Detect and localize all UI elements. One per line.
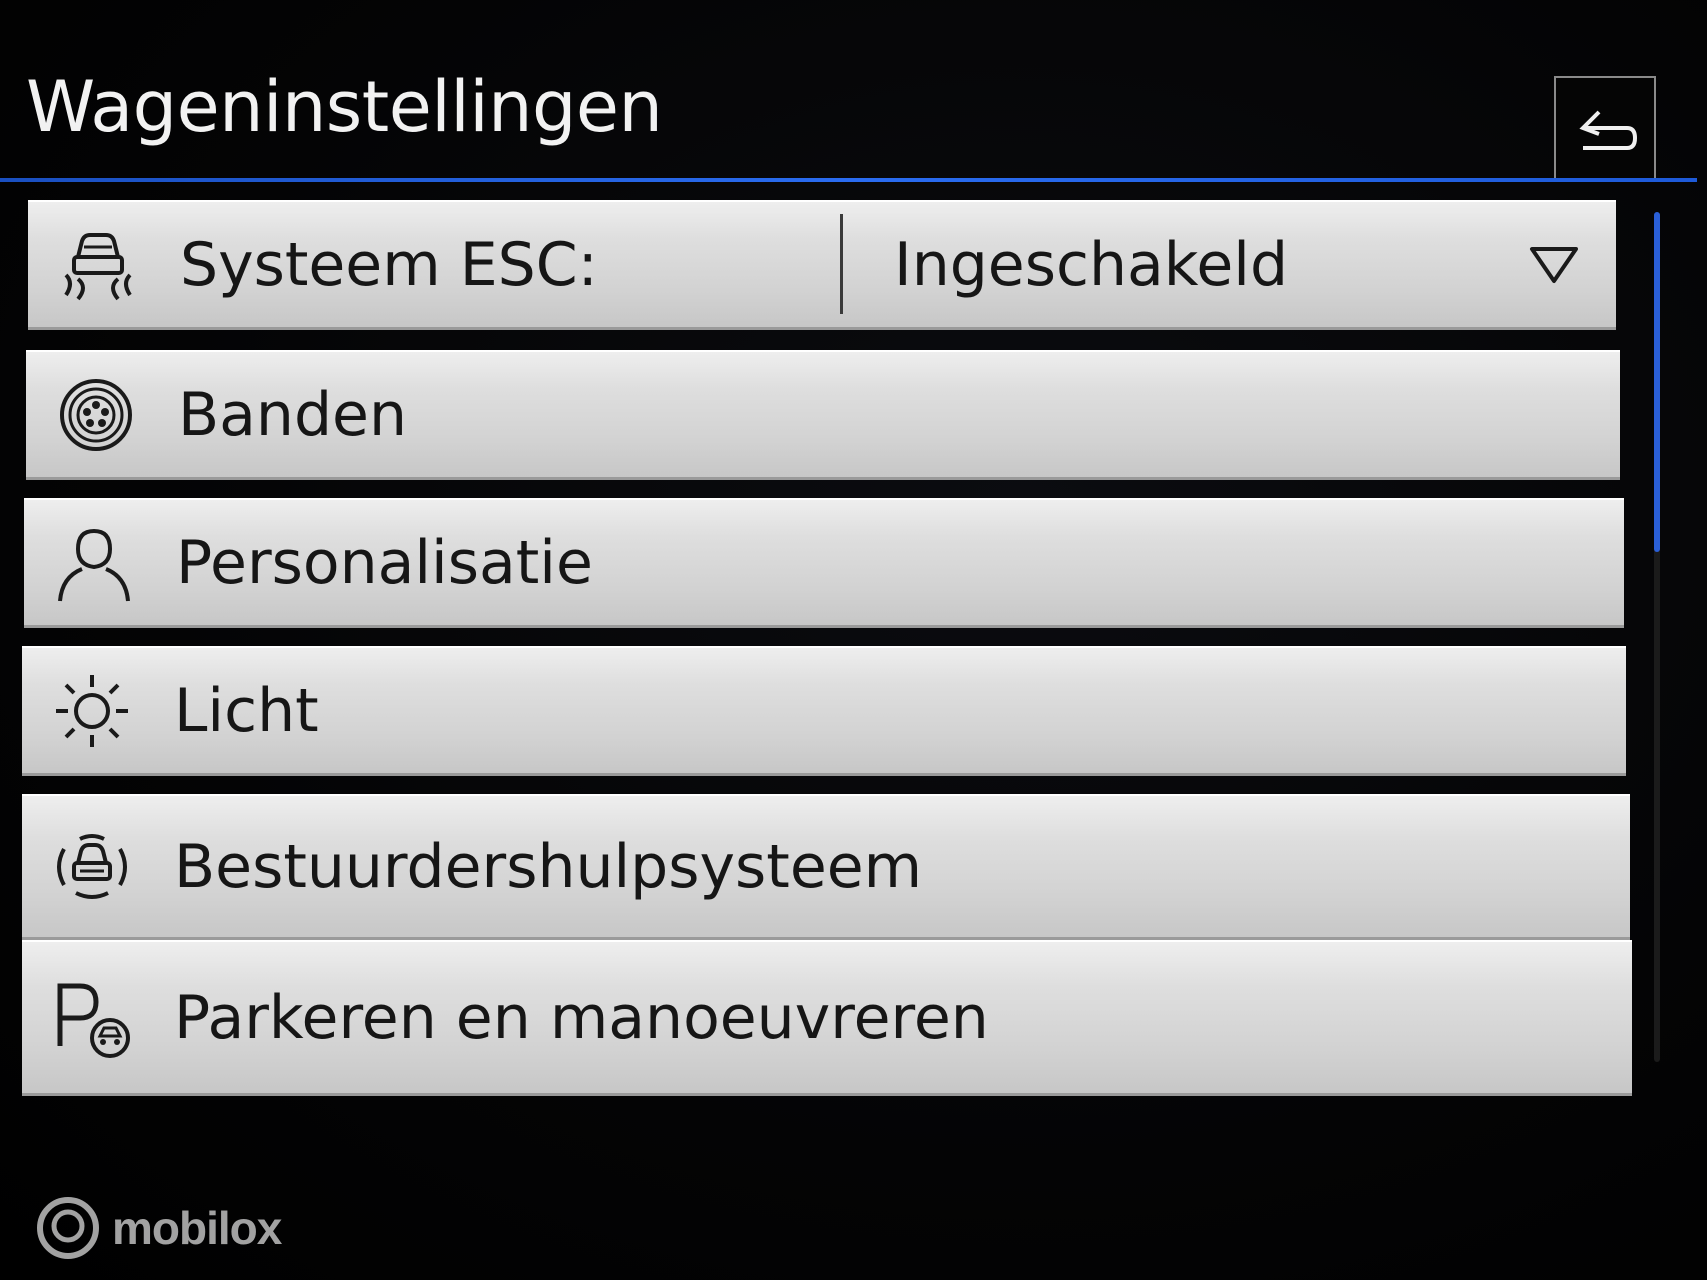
menu-item-systeem-esc[interactable]: Systeem ESC: Ingeschakeld — [28, 200, 1616, 330]
scrollbar-thumb[interactable] — [1654, 212, 1660, 552]
menu-item-label: Systeem ESC: — [180, 230, 598, 300]
menu-item-label: Parkeren en manoeuvreren — [174, 983, 989, 1053]
menu-item-bestuurdershulpsysteem[interactable]: Bestuurdershulpsysteem — [22, 794, 1630, 940]
menu-item-label: Licht — [174, 676, 319, 746]
parking-icon — [50, 976, 134, 1060]
triangle-down-icon — [1530, 247, 1578, 283]
menu-item-label: Personalisatie — [176, 528, 593, 598]
person-icon — [52, 521, 136, 605]
watermark: mobilox — [36, 1196, 282, 1260]
watermark-text: mobilox — [112, 1202, 282, 1254]
esc-skid-car-icon — [56, 223, 140, 307]
menu-item-personalisatie[interactable]: Personalisatie — [24, 498, 1624, 628]
menu-item-label: Bestuurdershulpsysteem — [174, 832, 923, 902]
mobilox-logo-icon — [37, 1197, 99, 1259]
esc-value: Ingeschakeld — [894, 230, 1289, 300]
menu-item-licht[interactable]: Licht — [22, 646, 1626, 776]
driver-assist-car-icon — [50, 825, 134, 909]
menu-item-parkeren[interactable]: Parkeren en manoeuvreren — [22, 940, 1632, 1096]
settings-menu: Systeem ESC: Ingeschakeld Banden Persona… — [0, 0, 1707, 1280]
menu-item-label: Banden — [178, 380, 407, 450]
light-sun-icon — [50, 669, 134, 753]
infotainment-screen: Wageninstellingen Systeem ESC: Ingeschak… — [0, 0, 1707, 1280]
dropdown-button[interactable] — [1528, 245, 1580, 285]
value-divider — [840, 214, 843, 314]
menu-item-banden[interactable]: Banden — [26, 350, 1620, 480]
tire-icon — [54, 373, 138, 457]
